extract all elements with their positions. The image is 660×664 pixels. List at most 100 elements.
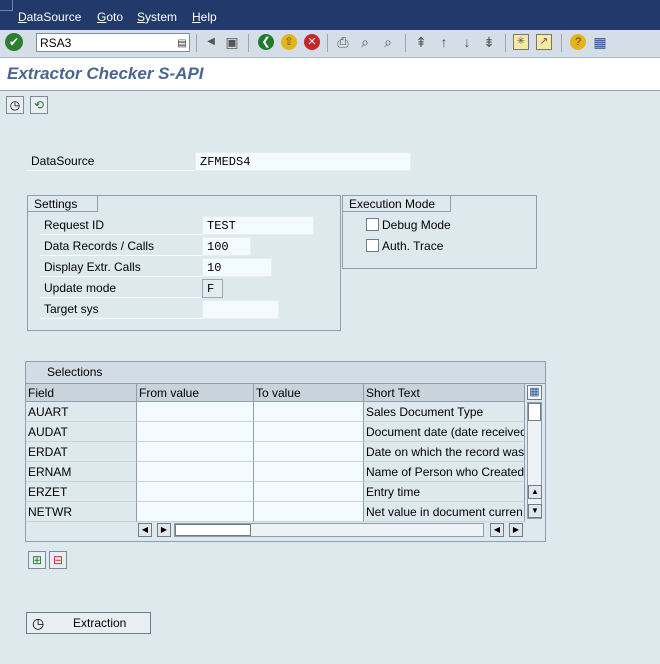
last-page-icon[interactable]: ⇟ [481, 34, 497, 50]
scroll-down-icon[interactable]: ▼ [528, 504, 542, 518]
scroll-right-end-icon[interactable]: ▶ [509, 523, 523, 537]
shortcut-icon[interactable]: ↗ [536, 34, 552, 50]
cancel-icon[interactable]: ✕ [304, 34, 320, 50]
table-cell-field: ERNAM [26, 462, 137, 482]
display-extr-calls-label: Display Extr. Calls [40, 258, 202, 277]
target-sys-input[interactable] [202, 300, 279, 319]
column-header-from-value[interactable]: From value [137, 384, 254, 402]
scroll-right-icon[interactable]: ▶ [157, 523, 171, 537]
request-id-input[interactable]: TEST [202, 216, 314, 235]
table-cell-short-text: Net value in document curren [364, 502, 525, 522]
selections-title: Selections [47, 365, 103, 379]
table-cell-from-value[interactable] [137, 422, 254, 442]
selections-table: Selections Field From value To value Sho… [25, 361, 546, 542]
find-next-icon[interactable]: ⌕ [380, 34, 396, 50]
scroll-up-icon[interactable]: ▲ [528, 485, 542, 499]
previous-page-icon[interactable]: ↑ [436, 34, 452, 50]
table-cell-to-value[interactable] [254, 402, 364, 422]
toolbar-separator [405, 34, 406, 52]
menu-system[interactable]: System [137, 10, 177, 24]
system-menu-icon[interactable] [0, 0, 13, 11]
settings-group: Settings Request ID TEST Data Records / … [27, 195, 341, 331]
execution-mode-tab: Execution Mode [343, 196, 451, 212]
debug-mode-label: Debug Mode [382, 218, 451, 232]
table-cell-to-value[interactable] [254, 422, 364, 442]
next-page-icon[interactable]: ↓ [459, 34, 475, 50]
table-cell-field: AUDAT [26, 422, 137, 442]
menu-help[interactable]: Help [192, 10, 217, 24]
table-cell-field: AUART [26, 402, 137, 422]
insert-row-icon[interactable]: ⊞ [28, 551, 46, 569]
table-cell-to-value[interactable] [254, 482, 364, 502]
data-records-input[interactable]: 100 [202, 237, 251, 256]
table-cell-short-text: Date on which the record was [364, 442, 525, 462]
menu-help-label: elp [200, 10, 217, 24]
data-records-label: Data Records / Calls [40, 237, 202, 256]
table-cell-short-text: Sales Document Type [364, 402, 525, 422]
request-id-label: Request ID [40, 216, 202, 235]
vertical-scroll-thumb[interactable] [528, 403, 541, 421]
refresh-icon[interactable]: ⟲ [30, 96, 48, 114]
menu-goto-label: oto [106, 10, 124, 24]
toolbar-separator [505, 34, 506, 52]
menu-system-mnemonic: S [137, 10, 146, 24]
application-toolbar: ◷ ⟲ [0, 90, 660, 121]
table-cell-to-value[interactable] [254, 442, 364, 462]
menu-system-label: ystem [145, 10, 178, 24]
column-header-to-value[interactable]: To value [254, 384, 364, 402]
table-cell-short-text: Name of Person who Created [364, 462, 525, 482]
title-bar: Extractor Checker S-API [0, 58, 660, 90]
menu-goto[interactable]: Goto [97, 10, 123, 24]
back-icon[interactable]: ❮ [258, 34, 274, 50]
debug-mode-checkbox[interactable] [366, 218, 379, 231]
horizontal-scroll-thumb[interactable] [175, 524, 251, 536]
standard-toolbar: ✔ ▤ ◀ ▣ ❮ ⇧ ✕ ⎙ ⌕ ⌕ ⇞ ↑ ↓ ⇟ ✳ ↗ ? ▦ [0, 30, 660, 58]
update-mode-input[interactable]: F [202, 279, 223, 298]
column-header-field[interactable]: Field [26, 384, 137, 402]
table-cell-from-value[interactable] [137, 402, 254, 422]
execution-mode-group: Execution Mode Debug Mode Auth. Trace [342, 195, 537, 269]
menu-goto-mnemonic: G [97, 10, 107, 24]
page-title: Extractor Checker S-API [7, 64, 204, 83]
target-sys-label: Target sys [40, 300, 202, 319]
enter-check-icon[interactable]: ✔ [5, 33, 23, 51]
table-cell-from-value[interactable] [137, 462, 254, 482]
toolbar-separator [561, 34, 562, 52]
toolbar-separator [327, 34, 328, 52]
layout-menu-icon[interactable]: ▦ [592, 34, 608, 50]
column-settings-icon[interactable]: ▦ [527, 385, 542, 400]
auth-trace-checkbox[interactable] [366, 239, 379, 252]
table-cell-short-text: Entry time [364, 482, 525, 502]
table-cell-from-value[interactable] [137, 502, 254, 522]
extraction-button[interactable]: ◷ Extraction [26, 612, 151, 634]
column-header-short-text[interactable]: Short Text [364, 384, 525, 402]
find-icon[interactable]: ⌕ [357, 34, 373, 50]
extraction-button-label: Extraction [73, 616, 127, 630]
print-icon[interactable]: ⎙ [335, 34, 351, 50]
table-cell-to-value[interactable] [254, 462, 364, 482]
help-icon[interactable]: ? [570, 34, 586, 50]
scroll-left-icon[interactable]: ◀ [138, 523, 152, 537]
table-cell-to-value[interactable] [254, 502, 364, 522]
settings-tab: Settings [28, 196, 98, 212]
table-cell-field: NETWR [26, 502, 137, 522]
table-cell-field: ERZET [26, 482, 137, 502]
menu-datasource[interactable]: DataSource [18, 10, 81, 24]
save-icon[interactable]: ▣ [224, 34, 240, 50]
execute-clock-icon[interactable]: ◷ [6, 96, 24, 114]
display-extr-calls-input[interactable]: 10 [202, 258, 272, 277]
table-cell-from-value[interactable] [137, 442, 254, 462]
collapse-arrow-icon[interactable]: ◀ [203, 34, 219, 50]
command-history-icon[interactable]: ▤ [174, 36, 190, 52]
first-page-icon[interactable]: ⇞ [413, 34, 429, 50]
table-cell-from-value[interactable] [137, 482, 254, 502]
scroll-left-end-icon[interactable]: ◀ [490, 523, 504, 537]
menu-datasource-label: ataSource [26, 10, 82, 24]
auth-trace-label: Auth. Trace [382, 239, 444, 253]
new-session-icon[interactable]: ✳ [513, 34, 529, 50]
exit-icon[interactable]: ⇧ [281, 34, 297, 50]
table-cell-field: ERDAT [26, 442, 137, 462]
command-field[interactable] [36, 33, 190, 52]
datasource-input[interactable]: ZFMEDS4 [195, 152, 411, 171]
delete-row-icon[interactable]: ⊟ [49, 551, 67, 569]
